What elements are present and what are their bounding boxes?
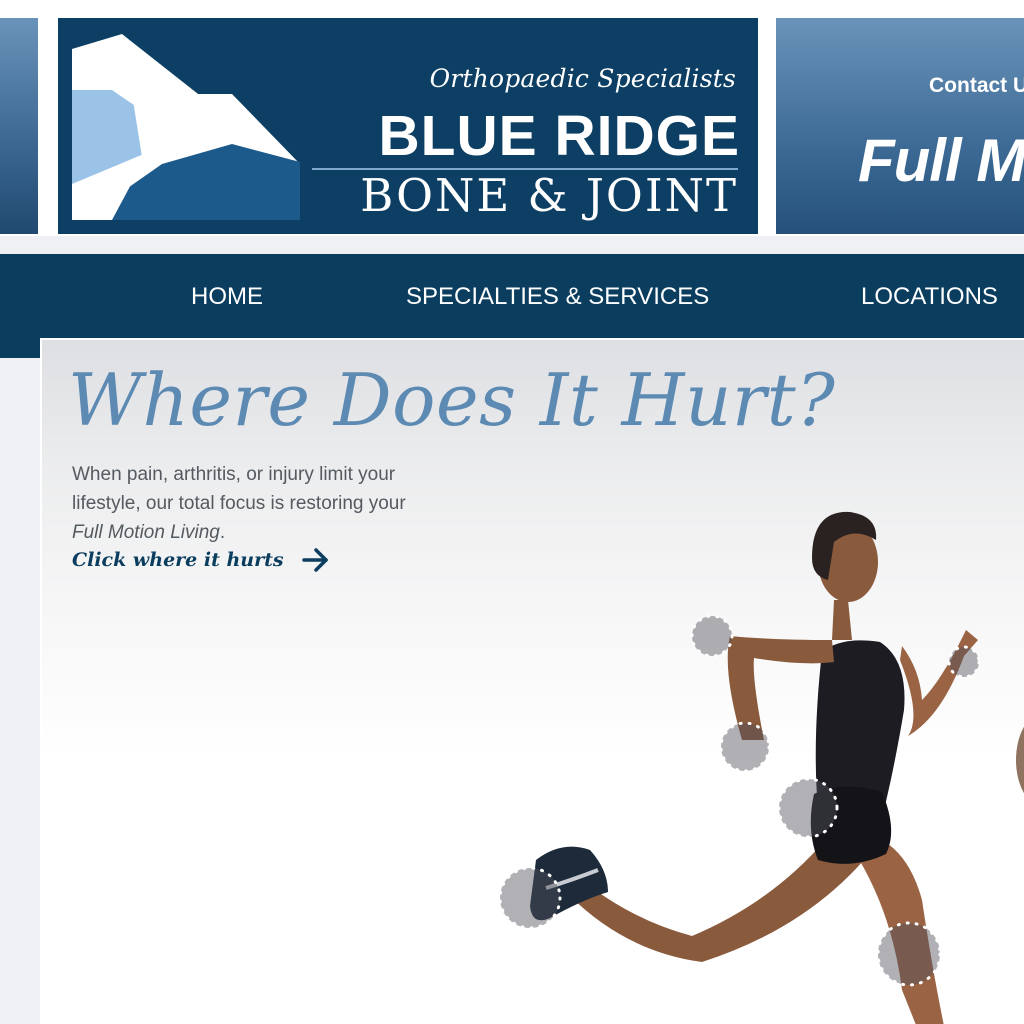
hero-description-emphasis: Full Motion Living: [72, 522, 220, 543]
hotspot-wrist[interactable]: [947, 645, 981, 679]
hotspot-knee[interactable]: [876, 921, 942, 987]
hotspot-elbow[interactable]: [690, 614, 734, 658]
hotspot-foot-ankle[interactable]: [498, 866, 562, 930]
hero-section: Where Does It Hurt? When pain, arthritis…: [40, 338, 1024, 1024]
nav-specialties-services[interactable]: SPECIALTIES & SERVICES: [406, 283, 709, 311]
nav-home[interactable]: HOME: [191, 283, 263, 311]
hero-description: When pain, arthritis, or injury limit yo…: [72, 460, 432, 547]
cta-label: Click where it hurts: [72, 549, 284, 571]
nav-locations[interactable]: LOCATIONS: [861, 283, 998, 311]
contact-link[interactable]: Contact U: [929, 74, 1024, 98]
hotspot-hip[interactable]: [777, 777, 839, 839]
hero-description-end: .: [219, 522, 226, 543]
arrow-right-icon: [301, 548, 328, 572]
contact-panel: Contact U Full M: [776, 18, 1024, 234]
site-logo[interactable]: Orthopaedic Specialists BLUE RIDGE BONE …: [58, 18, 758, 234]
promo-heading: Full M: [858, 127, 1024, 194]
hero-description-text: When pain, arthritis, or injury limit yo…: [72, 464, 406, 514]
top-strip: [0, 0, 1024, 18]
click-where-it-hurts-link[interactable]: Click where it hurts: [72, 546, 330, 574]
logo-tagline: Orthopaedic Specialists: [429, 64, 736, 93]
hero-title: Where Does It Hurt?: [68, 358, 836, 442]
logo-brand-name: BLUE RIDGE: [378, 104, 740, 168]
hotspot-hand[interactable]: [719, 721, 771, 773]
logo-brand-subtitle: BONE & JOINT: [360, 169, 738, 222]
header-left-panel: [0, 18, 38, 234]
nav-edge: [0, 338, 40, 358]
mountain-logo-icon: [72, 34, 300, 220]
